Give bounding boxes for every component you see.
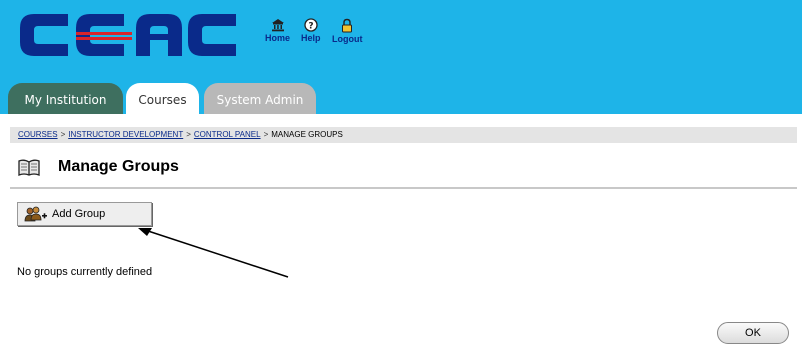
ccac-logo[interactable] bbox=[16, 10, 246, 60]
book-icon bbox=[18, 159, 40, 176]
breadcrumb-instructor-development[interactable]: INSTRUCTOR DEVELOPMENT bbox=[68, 130, 183, 139]
tab-courses[interactable]: Courses bbox=[126, 83, 199, 114]
logout-label: Logout bbox=[332, 34, 363, 44]
help-label: Help bbox=[301, 33, 321, 43]
help-link[interactable]: ? Help bbox=[301, 18, 321, 43]
divider bbox=[10, 187, 797, 189]
add-group-label: Add Group bbox=[52, 208, 106, 220]
padlock-icon bbox=[342, 18, 353, 33]
header-bar: Home ? Help Logout My Institution Course… bbox=[0, 0, 802, 114]
breadcrumb-separator: > bbox=[263, 130, 269, 139]
logout-link[interactable]: Logout bbox=[332, 18, 363, 44]
home-link[interactable]: Home bbox=[265, 18, 290, 43]
breadcrumb-separator: > bbox=[186, 130, 191, 139]
home-icon bbox=[271, 19, 284, 32]
tab-system-admin[interactable]: System Admin bbox=[204, 83, 316, 114]
breadcrumb-control-panel[interactable]: CONTROL PANEL bbox=[194, 130, 261, 139]
breadcrumb-separator: > bbox=[60, 130, 66, 139]
breadcrumb-current: MANAGE GROUPS bbox=[271, 130, 343, 139]
ok-button[interactable]: OK bbox=[717, 322, 789, 344]
breadcrumb-courses[interactable]: COURSES bbox=[18, 130, 58, 139]
page-title: Manage Groups bbox=[58, 158, 179, 175]
tab-my-institution[interactable]: My Institution bbox=[8, 83, 123, 114]
empty-message: No groups currently defined bbox=[17, 266, 153, 278]
add-group-icon bbox=[24, 206, 47, 222]
add-group-button[interactable]: Add Group bbox=[17, 202, 152, 226]
svg-text:?: ? bbox=[308, 22, 313, 32]
home-label: Home bbox=[265, 33, 291, 43]
help-icon: ? bbox=[304, 18, 318, 32]
breadcrumb: COURSES > INSTRUCTOR DEVELOPMENT > CONTROL P… bbox=[10, 127, 797, 143]
